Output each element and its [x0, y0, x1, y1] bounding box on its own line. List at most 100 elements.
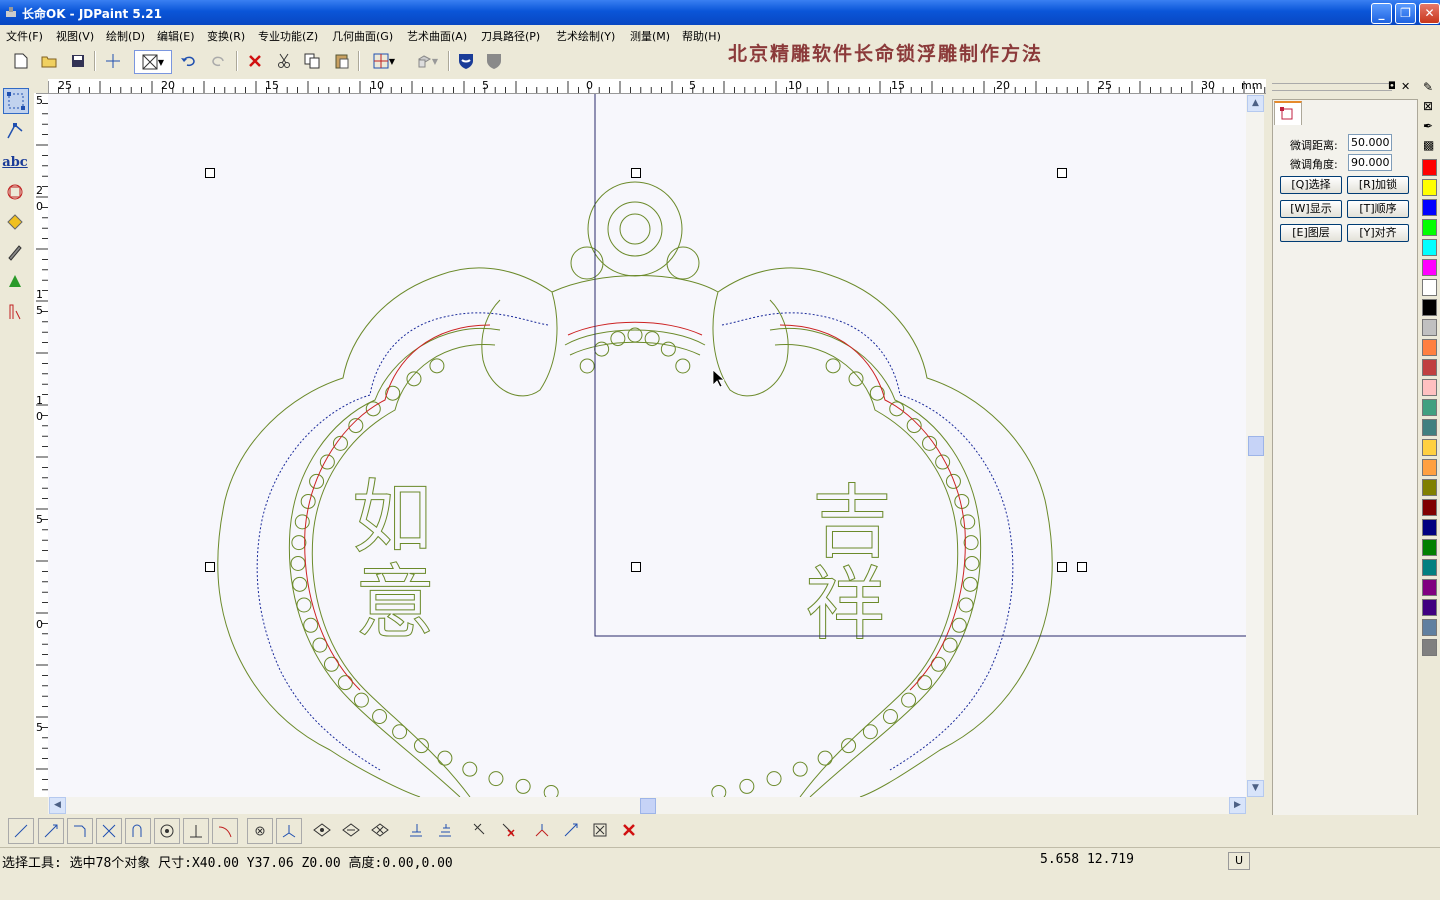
panel-restore-icon[interactable]: ◘ [1388, 81, 1396, 92]
cone-tool-icon[interactable] [3, 270, 27, 294]
maximize-button[interactable]: ❐ [1395, 3, 1416, 24]
cancel-red-icon[interactable] [617, 818, 641, 842]
horizontal-scroll-thumb[interactable] [640, 798, 656, 814]
menu-file[interactable]: 文件(F) [6, 28, 43, 44]
color-swatch[interactable] [1422, 499, 1437, 516]
selection-handle[interactable] [1057, 168, 1067, 178]
selection-handle[interactable] [205, 562, 215, 572]
color-swatch[interactable] [1422, 619, 1437, 636]
color-swatch[interactable] [1422, 279, 1437, 296]
redo-icon[interactable] [208, 50, 230, 72]
shield-blue-icon[interactable] [455, 50, 477, 72]
array-icon[interactable] [588, 818, 612, 842]
selection-handle[interactable] [631, 168, 641, 178]
drawing-canvas[interactable]: 如 意 吉 祥 [48, 94, 1246, 797]
menu-help[interactable]: 帮助(H) [682, 28, 721, 44]
panel-tab-select[interactable] [1274, 101, 1302, 125]
scroll-left-icon[interactable]: ◀ [49, 797, 66, 814]
color-swatch[interactable] [1422, 539, 1437, 556]
snap-grid-dropdown[interactable]: ▼ [366, 50, 402, 72]
point-snap-icon[interactable] [247, 818, 273, 844]
shape-tool-icon[interactable] [3, 180, 27, 204]
paste-icon[interactable] [331, 50, 353, 72]
dist-field[interactable]: 50.000 [1348, 134, 1392, 151]
lock-button[interactable]: [R]加锁 [1347, 176, 1409, 194]
node-edit-icon[interactable] [3, 119, 27, 143]
color-swatch[interactable] [1422, 339, 1437, 356]
color-swatch[interactable] [1422, 439, 1437, 456]
arc-snap-icon[interactable] [125, 818, 151, 844]
close-button[interactable]: ✕ [1419, 3, 1440, 24]
mirror-icon[interactable] [559, 818, 583, 842]
cut-icon[interactable] [273, 50, 295, 72]
tangent-snap-icon[interactable] [212, 818, 238, 844]
scroll-right-icon[interactable]: ▶ [1229, 797, 1246, 814]
scroll-down-icon[interactable]: ▼ [1247, 780, 1264, 797]
selection-handle[interactable] [1077, 562, 1087, 572]
undo-icon[interactable] [177, 50, 199, 72]
color-swatch[interactable] [1422, 239, 1437, 256]
selection-handle[interactable] [1057, 562, 1067, 572]
align-bottom-icon[interactable] [404, 818, 428, 842]
minimize-button[interactable]: _ [1371, 3, 1392, 24]
color-swatch[interactable] [1422, 199, 1437, 216]
align-base-icon[interactable] [433, 818, 457, 842]
unit-toggle[interactable]: U [1228, 852, 1250, 870]
grid-snap-2-icon[interactable] [339, 818, 363, 842]
menu-draw[interactable]: 绘制(D) [106, 28, 145, 44]
fill-tool-icon[interactable] [3, 210, 27, 234]
color-swatch[interactable] [1422, 259, 1437, 276]
line-snap-icon[interactable] [8, 818, 34, 844]
transform-icon[interactable] [530, 818, 554, 842]
color-swatch[interactable] [1422, 319, 1437, 336]
layer-3d-dropdown[interactable]: ▼ [410, 50, 444, 72]
view-mode-dropdown[interactable]: ▼ [134, 50, 172, 74]
deselect-icon[interactable] [496, 818, 520, 842]
color-swatch[interactable] [1422, 219, 1437, 236]
scroll-up-icon[interactable]: ▲ [1247, 95, 1264, 112]
copy-icon[interactable] [301, 50, 323, 72]
color-swatch[interactable] [1422, 459, 1437, 476]
color-swatch[interactable] [1422, 579, 1437, 596]
no-color-icon[interactable]: ⊠ [1423, 99, 1433, 113]
shield-gray-icon[interactable] [483, 50, 505, 72]
selection-handle[interactable] [631, 562, 641, 572]
menu-geometric-surface[interactable]: 几何曲面(G) [332, 28, 393, 44]
color-swatch[interactable] [1422, 159, 1437, 176]
menu-measure[interactable]: 测量(M) [630, 28, 670, 44]
color-swatch[interactable] [1422, 479, 1437, 496]
menu-professional[interactable]: 专业功能(Z) [258, 28, 318, 44]
pen-tool-icon[interactable] [3, 240, 27, 264]
corner-snap-icon[interactable] [67, 818, 93, 844]
crosshair-icon[interactable] [102, 50, 124, 72]
eyedropper-icon[interactable]: ✒ [1423, 119, 1433, 133]
color-swatch[interactable] [1422, 639, 1437, 656]
pattern-icon[interactable]: ▩ [1423, 138, 1434, 152]
selection-handle[interactable] [205, 168, 215, 178]
menu-toolpath[interactable]: 刀具路径(P) [481, 28, 540, 44]
color-swatch[interactable] [1422, 559, 1437, 576]
menu-edit[interactable]: 编辑(E) [157, 28, 195, 44]
circle-snap-icon[interactable] [154, 818, 180, 844]
menu-art-draw[interactable]: 艺术绘制(Y) [556, 28, 615, 44]
measure-tool-icon[interactable] [3, 300, 27, 324]
select-arrow-icon[interactable] [467, 818, 491, 842]
axis-snap-icon[interactable] [276, 818, 302, 844]
vertical-scrollbar[interactable]: ▲ ▼ [1246, 94, 1264, 797]
pen-icon[interactable]: ✎ [1423, 80, 1433, 94]
select-button[interactable]: [Q]选择 [1280, 176, 1342, 194]
display-button[interactable]: [W]显示 [1280, 200, 1342, 218]
angle-field[interactable]: 90.000 [1348, 154, 1392, 171]
color-swatch[interactable] [1422, 179, 1437, 196]
color-swatch[interactable] [1422, 359, 1437, 376]
order-button[interactable]: [T]顺序 [1347, 200, 1409, 218]
endpoint-snap-icon[interactable] [38, 818, 64, 844]
panel-close-icon[interactable]: ✕ [1401, 80, 1410, 93]
open-folder-icon[interactable] [38, 50, 60, 72]
menu-transform[interactable]: 变换(R) [207, 28, 245, 44]
grid-snap-icon[interactable] [310, 818, 334, 842]
menu-view[interactable]: 视图(V) [56, 28, 94, 44]
color-swatch[interactable] [1422, 599, 1437, 616]
color-swatch[interactable] [1422, 379, 1437, 396]
select-tool-icon[interactable] [3, 88, 29, 114]
